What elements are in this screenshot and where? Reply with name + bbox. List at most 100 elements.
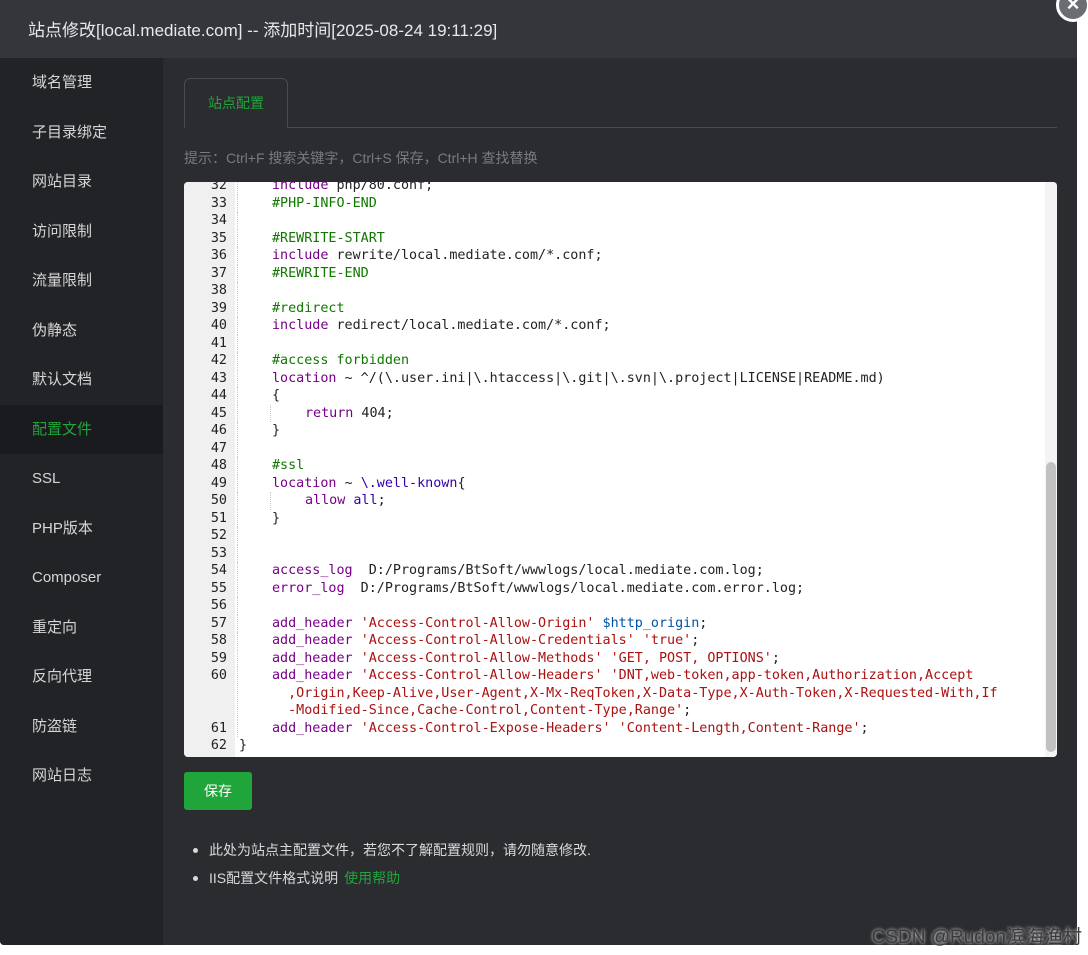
- sidebar-item[interactable]: 子目录绑定: [0, 108, 163, 158]
- line-number: 56: [210, 598, 227, 613]
- indent-guide: [237, 194, 238, 212]
- line-number: 46: [210, 423, 227, 438]
- sidebar-item[interactable]: 防盗链: [0, 702, 163, 752]
- dialog-title: 站点修改[local.mediate.com] -- 添加时间[2025-08-…: [0, 0, 1077, 58]
- line-number: 50: [210, 493, 227, 508]
- indent-guide: [237, 527, 238, 545]
- code-text: #PHP-INFO-END: [272, 195, 377, 211]
- code-text: add_header 'Access-Control-Allow-Credent…: [272, 633, 700, 648]
- indent-guide: [237, 649, 238, 667]
- sidebar-item[interactable]: 重定向: [0, 603, 163, 653]
- sidebar-item[interactable]: 配置文件: [0, 404, 163, 454]
- indent-guide: [237, 282, 238, 300]
- code-text: add_header 'Access-Control-Allow-Origin'…: [272, 615, 708, 631]
- sidebar-item[interactable]: 网站目录: [0, 157, 163, 207]
- line-number: 52: [210, 528, 227, 543]
- shortcut-hint: 提示：Ctrl+F 搜索关键字，Ctrl+S 保存，Ctrl+H 查找替换: [184, 150, 538, 166]
- note-item: IIS配置文件格式说明 使用帮助: [189, 864, 591, 892]
- line-number: 49: [210, 475, 227, 491]
- indent-guide: [237, 667, 238, 720]
- sidebar-item[interactable]: 网站日志: [0, 751, 163, 801]
- editor-scrollbar[interactable]: [1045, 182, 1057, 757]
- code-text: location ~ \.well-known{: [272, 475, 466, 491]
- code-line: 36 include rewrite/local.mediate.com/*.co…: [184, 247, 1045, 265]
- code-line: 32 include php/80.conf;: [184, 182, 1045, 195]
- line-number: 58: [210, 633, 227, 648]
- code-line: 58 add_header 'Access-Control-Allow-Crede…: [184, 632, 1045, 650]
- code-line: 57 add_header 'Access-Control-Allow-Origi…: [184, 614, 1045, 632]
- code-line: 44 {: [184, 387, 1045, 405]
- help-link[interactable]: 使用帮助: [344, 870, 400, 886]
- code-text: {: [272, 388, 281, 403]
- scrollbar-thumb[interactable]: [1046, 462, 1056, 752]
- note-item: 此处为站点主配置文件，若您不了解配置规则，请勿随意修改.: [189, 836, 591, 864]
- indent-guide: [237, 299, 238, 317]
- main-panel: 站点配置 提示：Ctrl+F 搜索关键字，Ctrl+S 保存，Ctrl+H 查找…: [163, 58, 1077, 945]
- code-line: 49 location ~ \.well-known{: [184, 474, 1045, 492]
- line-number: 37: [210, 265, 227, 281]
- indent-guide: [270, 492, 271, 510]
- indent-guide: [237, 544, 238, 562]
- line-number: 59: [210, 650, 227, 666]
- line-number: 57: [210, 615, 227, 631]
- code-text: }: [272, 423, 281, 438]
- indent-guide: [237, 562, 238, 580]
- code-text: location ~ ^/(\.user.ini|\.htaccess|\.gi…: [272, 370, 885, 386]
- line-number: 43: [210, 370, 227, 386]
- indent-guide: [237, 352, 238, 370]
- code-text: error_log D:/Programs/BtSoft/wwwlogs/loc…: [272, 580, 805, 596]
- code-editor[interactable]: 32 include php/80.conf; 33 #PHP-INFO-END 34 3…: [184, 182, 1057, 757]
- code-line: 61 add_header 'Access-Control-Expose-Head…: [184, 719, 1045, 737]
- indent-guide: [237, 404, 238, 422]
- line-number: 48: [210, 458, 227, 473]
- code-text: allow all;: [305, 493, 386, 508]
- sidebar-item[interactable]: 域名管理: [0, 58, 163, 108]
- indent-guide: [237, 492, 238, 510]
- sidebar-item[interactable]: PHP版本: [0, 504, 163, 554]
- line-number: 40: [210, 318, 227, 333]
- code-line: 43 location ~ ^/(\.user.ini|\.htaccess|\.…: [184, 369, 1045, 387]
- line-number: 54: [210, 563, 227, 578]
- code-line: 56: [184, 597, 1045, 615]
- indent-guide: [237, 317, 238, 335]
- code-text: include php/80.conf;: [272, 182, 434, 193]
- code-text: return 404;: [305, 405, 394, 421]
- code-content[interactable]: 32 include php/80.conf; 33 #PHP-INFO-END 34 3…: [184, 182, 1045, 755]
- code-line: 48 #ssl: [184, 457, 1045, 475]
- indent-guide: [237, 369, 238, 387]
- sidebar-item[interactable]: 流量限制: [0, 256, 163, 306]
- code-line: 50 allow all;: [184, 492, 1045, 510]
- indent-guide: [237, 719, 238, 737]
- code-line: 33 #PHP-INFO-END: [184, 194, 1045, 212]
- indent-guide: [237, 212, 238, 230]
- indent-guide: [237, 264, 238, 282]
- code-line: 40 include redirect/local.mediate.com/*.c…: [184, 317, 1045, 335]
- code-line: 46}: [184, 422, 1045, 440]
- sidebar-item[interactable]: Composer: [0, 553, 163, 603]
- sidebar-item[interactable]: 伪静态: [0, 306, 163, 356]
- tab-site-config[interactable]: 站点配置: [184, 78, 288, 128]
- line-number: 35: [210, 230, 227, 246]
- indent-guide: [237, 597, 238, 615]
- code-line: 39 #redirect: [184, 299, 1045, 317]
- code-line: 54 access_log D:/Programs/BtSoft/wwwlogs/…: [184, 562, 1045, 580]
- sidebar-item[interactable]: 访问限制: [0, 207, 163, 257]
- save-button[interactable]: 保存: [184, 772, 252, 810]
- code-line: 41: [184, 334, 1045, 352]
- indent-guide: [237, 422, 238, 440]
- line-number: 44: [210, 388, 227, 403]
- sidebar-item[interactable]: 反向代理: [0, 652, 163, 702]
- code-line: 38: [184, 282, 1045, 300]
- code-line: 35 #REWRITE-START: [184, 229, 1045, 247]
- code-line: 60 add_header 'Access-Control-Allow-Heade…: [184, 667, 1045, 720]
- indent-guide: [237, 614, 238, 632]
- line-number: 51: [210, 510, 227, 526]
- indent-guide: [237, 182, 238, 195]
- indent-guide: [237, 334, 238, 352]
- sidebar-item[interactable]: 默认文档: [0, 355, 163, 405]
- code-text: #redirect: [272, 300, 345, 316]
- indent-guide: [237, 474, 238, 492]
- line-number: 62: [210, 738, 227, 753]
- sidebar-item[interactable]: SSL: [0, 454, 163, 504]
- line-number: 60: [210, 668, 227, 683]
